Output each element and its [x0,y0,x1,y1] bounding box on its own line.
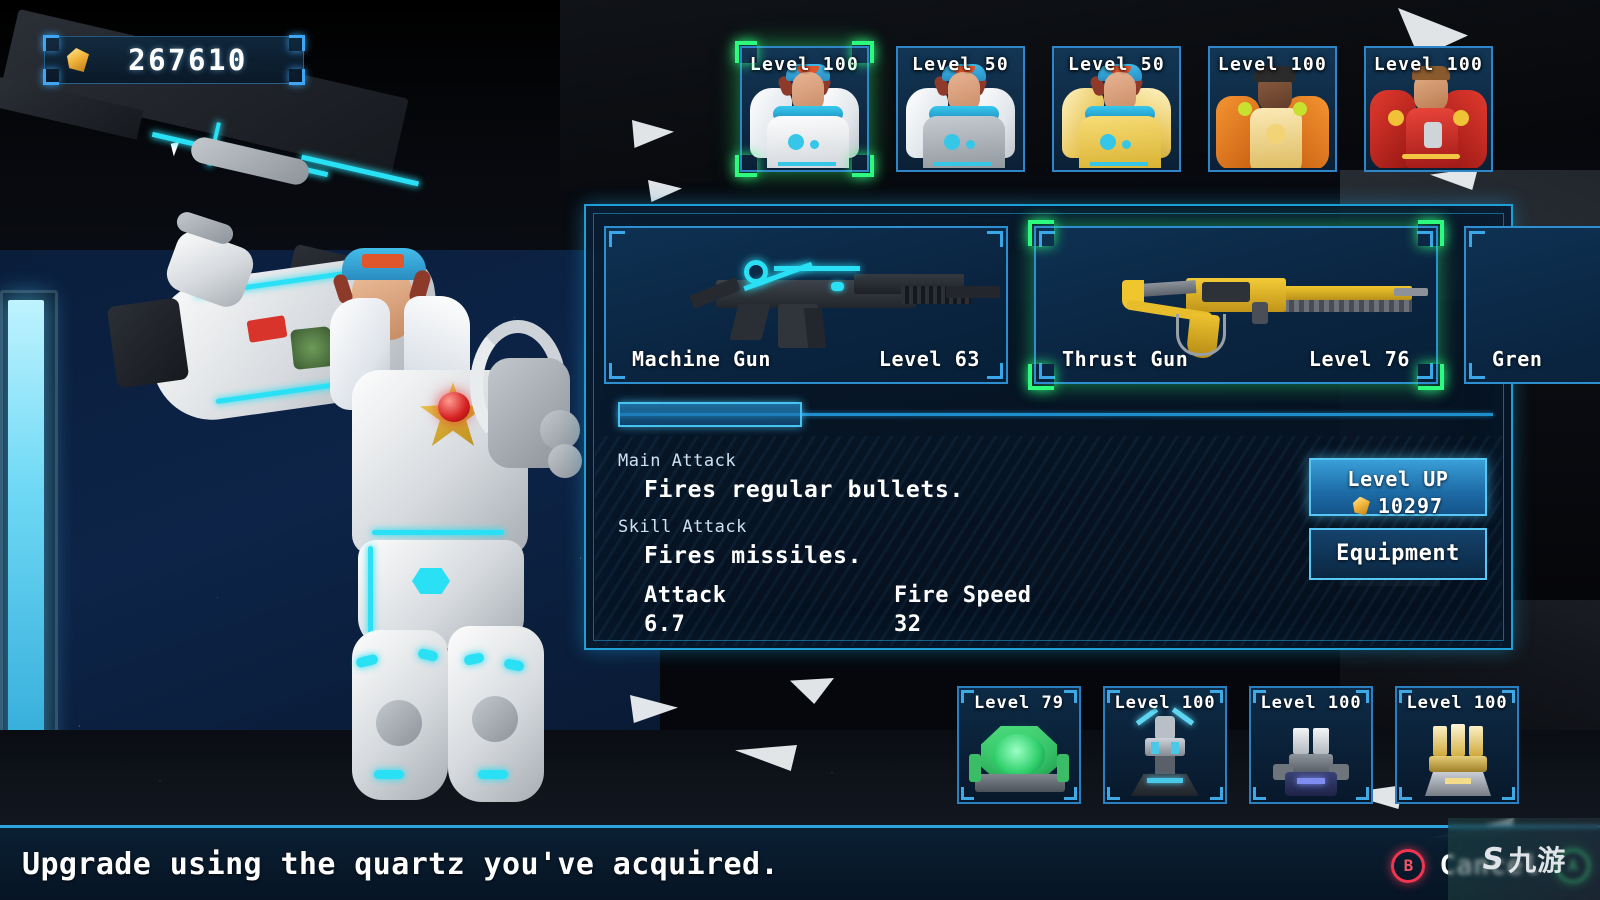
selection-bracket [1028,364,1054,390]
bracket-corner [987,363,1003,379]
weapon-icon-thrust-gun [1036,256,1436,360]
gauntlet-decal [290,326,334,370]
b-button-icon: B [1391,848,1426,883]
skill-attack-text: Fires missiles. [644,543,863,569]
portrait-level-label: Level 100 [1373,54,1484,75]
portrait-level-label: Level 100 [749,54,860,75]
main-attack-label: Main Attack [618,451,737,471]
torso-accent [372,530,504,535]
weapon-card-thrust-gun[interactable]: Thrust Gun Level 76 [1028,220,1444,390]
equipment-level-label: Level 79 [974,693,1064,713]
fire-speed-label: Fire Speed [894,583,1032,608]
quartz-icon [67,48,89,72]
equipment-slot-4[interactable]: Level 100 [1395,686,1519,804]
quartz-icon [1352,496,1370,516]
bracket-corner [609,231,625,247]
equipment-level-label: Level 100 [1260,693,1362,713]
leg-accent [374,770,404,779]
watermark-logo: S [1479,841,1506,877]
portrait-slot-3[interactable]: Level 50 [1052,46,1181,172]
equipment-icon-turret [1251,714,1371,798]
level-up-button[interactable]: Level UP 10297 [1309,458,1487,518]
selection-bracket [1418,364,1444,390]
equipment-icon-shield-generator [959,714,1079,798]
portrait-level-label: Level 100 [1217,54,1328,75]
portrait-slot-4[interactable]: Level 100 [1208,46,1337,172]
stat-fire-speed: Fire Speed 32 [894,583,1144,637]
stat-attack: Attack 6.7 [644,583,894,637]
equipment-level-label: Level 100 [1406,693,1508,713]
attack-value: 6.7 [644,612,686,637]
equipment-button[interactable]: Equipment [1309,528,1487,580]
level-up-cost-row: 10297 [1311,494,1485,518]
level-up-cost: 10297 [1377,494,1444,518]
cap-logo [362,254,404,268]
watermark-text: 九游 [1508,844,1567,877]
attack-label: Attack [644,583,727,608]
equipment-icon-gold-turret [1397,714,1517,798]
weapon-stats: Main Attack Fires regular bullets. Skill… [618,451,1258,637]
weapon-card-machine-gun[interactable]: Machine Gun Level 63 [604,226,1008,384]
bracket-corner [43,35,59,51]
fire-speed-value: 32 [894,612,922,637]
portrait-slot-2[interactable]: Level 50 [896,46,1025,172]
weapon-name: Gren [1492,347,1543,371]
weapon-name: Machine Gun [632,347,772,371]
leg-accent [478,770,508,779]
bracket-corner [1469,231,1485,247]
hint-text: Upgrade using the quartz you've acquired… [22,846,779,882]
currency-display: 267610 [43,35,305,85]
bracket-corner [987,231,1003,247]
emblem-gem [438,392,470,422]
weapon-level: Level 76 [1308,347,1410,371]
currency-amount: 267610 [128,43,248,77]
equipment-slot-2[interactable]: Level 100 [1103,686,1227,804]
knee-disc [472,696,518,742]
weapon-level: Level 63 [878,347,980,371]
selection-bracket [852,41,874,63]
bracket-corner [289,69,305,85]
bottom-status-bar: Upgrade using the quartz you've acquired… [0,825,1600,900]
xp-bar-fill [618,402,802,427]
equipment-level-label: Level 100 [1114,693,1216,713]
debris-shard [790,678,834,704]
weapon-icon-machine-gun [606,256,1006,348]
skill-attack-label: Skill Attack [618,517,747,537]
portrait-slot-1[interactable]: Level 100 [735,41,874,177]
selection-bracket [1028,220,1054,246]
bracket-corner [1469,363,1485,379]
character-selector[interactable]: Level 100 Level 50 Level 50 Level 100 Le… [735,41,1493,177]
weapon-detail-panel: Machine Gun Level 63 Thrust Gun Level 76… [584,204,1600,650]
selection-bracket [1418,220,1444,246]
portrait-level-label: Level 50 [911,54,1010,75]
equipment-icon-antenna-tower [1105,707,1225,798]
selection-bracket [735,155,757,177]
bracket-corner [289,35,305,51]
bracket-corner [609,363,625,379]
weapon-card-grenade[interactable]: Gren [1464,226,1600,384]
bracket-corner [43,69,59,85]
gauntlet-plate [106,297,190,389]
weapon-card-row[interactable]: Machine Gun Level 63 Thrust Gun Level 76… [604,220,1600,390]
equipment-slot-3[interactable]: Level 100 [1249,686,1373,804]
character-model [0,9,600,830]
level-up-label: Level UP [1347,467,1449,491]
site-watermark: S 九游 [1448,818,1600,900]
action-buttons[interactable]: Level UP 10297 Equipment [1309,458,1487,580]
knee-disc [376,700,422,746]
selection-bracket [852,155,874,177]
numeric-stats: Attack 6.7 Fire Speed 32 [644,583,1258,637]
portrait-slot-5[interactable]: Level 100 [1364,46,1493,172]
weapon-name: Thrust Gun [1062,347,1189,371]
shoulder-thruster [548,444,582,478]
selection-bracket [735,41,757,63]
main-attack-text: Fires regular bullets. [644,477,965,503]
equipment-slot-row[interactable]: Level 79 Level 100 Level 100 Level 100 [957,686,1519,804]
hip-accent [368,546,373,634]
equipment-slot-1[interactable]: Level 79 [957,686,1081,804]
portrait-level-label: Level 50 [1067,54,1166,75]
